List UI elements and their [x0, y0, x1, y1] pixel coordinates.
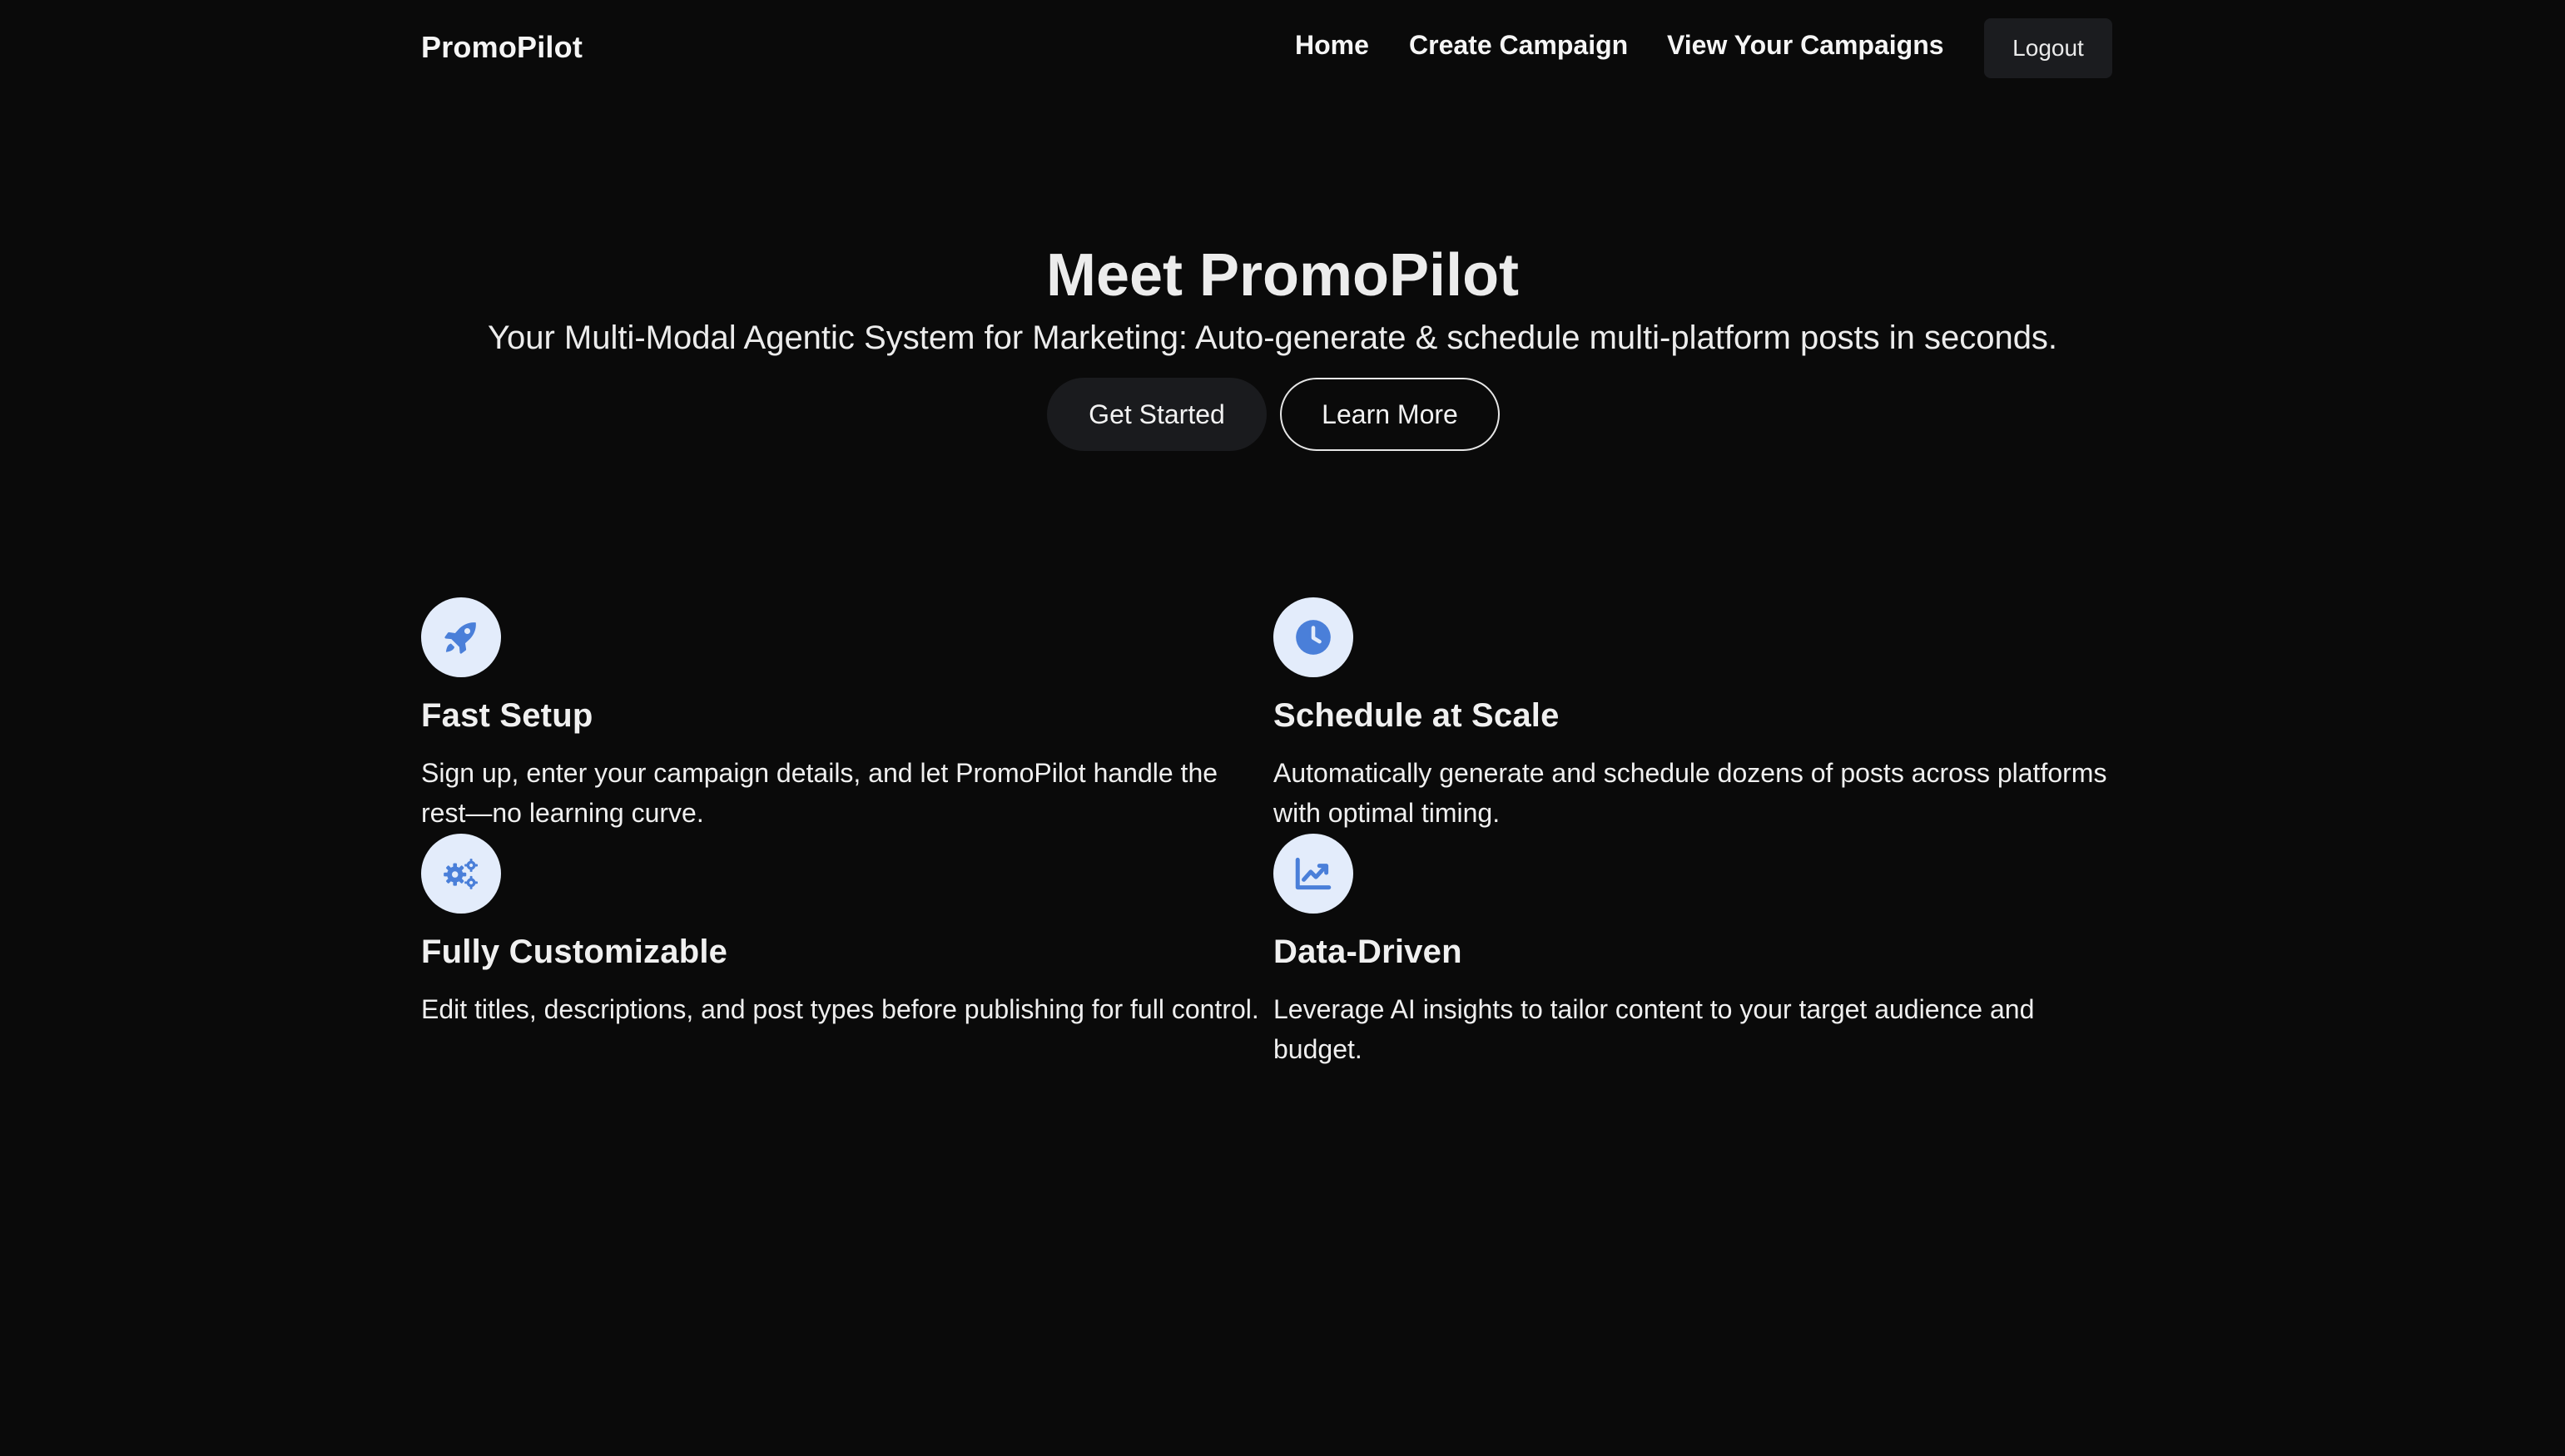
clock-icon — [1273, 597, 1353, 677]
feature-title: Schedule at Scale — [1273, 697, 1560, 734]
feature-card-fully-customizable: Fully Customizable Edit titles, descript… — [421, 834, 1262, 1029]
rocket-icon-glyph — [444, 622, 476, 654]
feature-card-data-driven: Data-Driven Leverage AI insights to tail… — [1273, 834, 2114, 1069]
gears-icon-glyph — [444, 859, 478, 889]
feature-description: Edit titles, descriptions, and post type… — [421, 994, 1259, 1024]
feature-title: Fast Setup — [421, 697, 593, 734]
feature-description: Automatically generate and schedule doze… — [1273, 758, 2107, 828]
clock-icon-glyph — [1296, 620, 1331, 655]
chart-line-icon-glyph — [1295, 857, 1332, 890]
feature-description: Leverage AI insights to tailor content t… — [1273, 994, 2035, 1064]
nav-link-create-campaign[interactable]: Create Campaign — [1409, 30, 1628, 61]
hero-subtitle: Your Multi-Modal Agentic System for Mark… — [487, 319, 2058, 356]
learn-more-button[interactable]: Learn More — [1280, 378, 1500, 451]
logout-button[interactable]: Logout — [1984, 18, 2112, 78]
rocket-icon — [421, 597, 501, 677]
top-navbar: PromoPilot Home Create Campaign View You… — [0, 0, 2565, 97]
nav-link-home[interactable]: Home — [1295, 30, 1369, 61]
feature-title: Data-Driven — [1273, 934, 1462, 970]
feature-description: Sign up, enter your campaign details, an… — [421, 758, 1218, 828]
feature-card-fast-setup: Fast Setup Sign up, enter your campaign … — [421, 597, 1262, 833]
chart-line-icon — [1273, 834, 1353, 914]
feature-title: Fully Customizable — [421, 934, 728, 970]
get-started-button[interactable]: Get Started — [1047, 378, 1267, 451]
nav-link-view-campaigns[interactable]: View Your Campaigns — [1667, 30, 1944, 61]
hero-title: Meet PromoPilot — [1045, 242, 1520, 309]
brand-logo-link[interactable]: PromoPilot — [421, 30, 583, 65]
feature-card-schedule-at-scale: Schedule at Scale Automatically generate… — [1273, 597, 2114, 833]
gears-icon — [421, 834, 501, 914]
